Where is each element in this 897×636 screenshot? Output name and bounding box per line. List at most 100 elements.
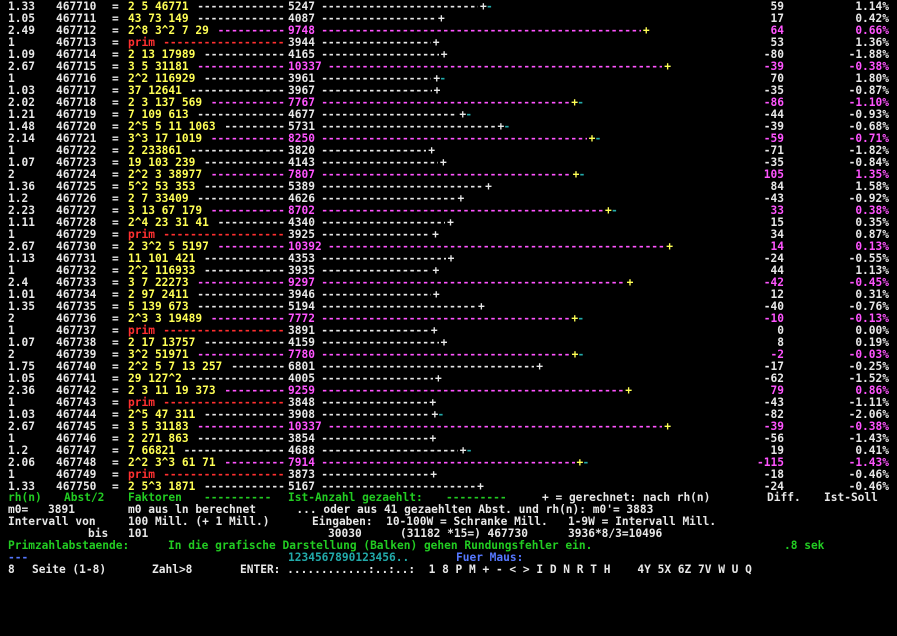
zahl-hint: Zahl>8 (152, 563, 193, 576)
intervall-label: Intervall von (8, 515, 96, 528)
fill-dashes: ---------------------------------------- (197, 421, 284, 433)
computed-marker: + (485, 180, 492, 193)
bis-value: 101 (128, 527, 149, 540)
fill-dashes: ---------------------------------------- (204, 157, 284, 169)
fill-dashes: ---------------------------------------- (224, 121, 284, 133)
page-number: 8 (8, 563, 15, 576)
count-bar: ----------------------------------------… (321, 169, 571, 181)
computed-marker: + (664, 420, 671, 433)
count-bar: ----------------------------------------… (321, 265, 430, 277)
computed-marker: + (432, 288, 440, 301)
count-bar: ----------------------------------------… (321, 145, 426, 157)
fill-dashes: ---------------------------------------- (197, 193, 284, 205)
count-bar: ----------------------------------------… (321, 301, 477, 313)
col-diff-header: Diff. (767, 491, 801, 504)
computed-marker: + (666, 240, 673, 253)
computed-marker: + (428, 144, 436, 157)
measured-marker: - (439, 72, 447, 85)
count-bar: ----------------------------------------… (321, 37, 431, 49)
fill-dashes: ---------------------------------------- (204, 409, 284, 421)
fill-dashes: ---------------------------------------- (197, 1, 284, 13)
count-bar: ----------------------------------------… (328, 241, 665, 253)
computed-marker: + (429, 432, 437, 445)
computed-marker: + (664, 60, 671, 73)
computed-marker: + (439, 156, 447, 169)
count-bar: ----------------------------------------… (321, 1, 478, 13)
count-bar: ----------------------------------------… (328, 61, 663, 73)
computed-marker: + (625, 384, 632, 397)
fill-dashes: ---------------------------------------- (217, 25, 284, 37)
seite-hint: Seite (1-8) (32, 563, 107, 576)
measured-marker: - (577, 96, 584, 109)
measured-marker: - (578, 168, 586, 181)
count-bar: ----------------------------------------… (321, 349, 570, 361)
fill-dashes: ---------------------------------------- (197, 277, 284, 289)
computed-marker: + (626, 276, 634, 289)
fill-dashes: ---------------------------------------- (210, 169, 284, 181)
count-bar: ----------------------------------------… (321, 97, 570, 109)
fill-dashes: ---------------------------------------- (204, 265, 284, 277)
fill-dashes: ---------------------------------------- (210, 313, 284, 325)
count-bar: ----------------------------------------… (321, 397, 427, 409)
measured-marker: - (594, 132, 602, 145)
count-bar: ----------------------------------------… (321, 133, 587, 145)
timer-seconds: .8 sek (784, 539, 825, 552)
count-bar: ----------------------------------------… (321, 313, 570, 325)
fill-dashes: ---------------------------------------- (204, 73, 284, 85)
count-bar: ----------------------------------------… (321, 469, 428, 481)
count-bar: ----------------------------------------… (321, 13, 436, 25)
measured-marker: - (437, 408, 445, 421)
fill-dashes: ---------------------------------------- (231, 361, 284, 373)
measured-marker: - (503, 120, 511, 133)
computed-marker: + (642, 24, 650, 37)
prim-line: Primzahlabstaende: In die grafische Dars… (0, 540, 897, 552)
console-screen: 1.33467710=2 5 46771--------------------… (0, 0, 897, 581)
fill-dashes: ---------------------------------------- (204, 337, 284, 349)
computed-marker: + (447, 252, 455, 265)
fill-dashes: ---------------------------------------- (204, 181, 284, 193)
count-bar: ----------------------------------------… (321, 73, 431, 85)
computed-marker: + (433, 84, 441, 97)
fill-dashes: ---------------------------------------- (197, 433, 284, 445)
count-bar: ----------------------------------------… (328, 421, 663, 433)
count-bar: ----------------------------------------… (321, 361, 534, 373)
fill-dashes: ---------------------------------------- (217, 241, 284, 253)
measured-marker: - (485, 0, 493, 13)
count-bar: ----------------------------------------… (321, 109, 457, 121)
fill-dashes: ---------------------------------------- (224, 457, 284, 469)
fill-dashes: ---------------------------------------- (197, 301, 284, 313)
computed-marker: + (457, 192, 465, 205)
count-bar: ----------------------------------------… (321, 289, 431, 301)
count-bar: ----------------------------------------… (321, 409, 429, 421)
fill-dashes: ---------------------------------------- (190, 85, 284, 97)
computed-marker: + (440, 48, 448, 61)
measured-marker: - (577, 312, 585, 325)
count-bar: ----------------------------------------… (321, 85, 431, 97)
computed-marker: + (432, 264, 440, 277)
computed-marker: + (430, 324, 438, 337)
count-bar: ----------------------------------------… (321, 325, 429, 337)
fill-dashes: ---------------------------------------- (224, 385, 284, 397)
count-bar: ----------------------------------------… (321, 229, 430, 241)
fill-dashes: ---------------------------------------- (204, 49, 284, 61)
measured-marker: - (582, 456, 590, 469)
fill-dashes: ---------------------------------------- (197, 61, 284, 73)
enter-command-line[interactable]: ENTER: ............:..:..: 1 8 P M + - <… (240, 564, 752, 576)
count-bar: ----------------------------------------… (321, 205, 604, 217)
computed-marker: + (434, 372, 442, 385)
computed-marker: + (430, 468, 437, 481)
measured-marker: - (465, 444, 473, 457)
count-bar: ----------------------------------------… (321, 193, 456, 205)
fill-dashes: ---------------------------------------- (190, 145, 284, 157)
measured-marker: - (465, 108, 473, 121)
computed-marker: + (437, 12, 445, 25)
fill-dashes: ---------------------------------------- (217, 217, 284, 229)
fill-dashes: ---------------------------------------- (204, 253, 284, 265)
intervall-value: 100 Mill. (+ 1 Mill.) (128, 515, 270, 528)
fill-dashes: ---------------------------------------- (210, 205, 284, 217)
count-bar: ----------------------------------------… (321, 253, 446, 265)
count-bar: ----------------------------------------… (321, 445, 458, 457)
count-bar: ----------------------------------------… (321, 457, 575, 469)
count-bar: ----------------------------------------… (321, 277, 625, 289)
fill-dashes: ---------------------------------------- (197, 289, 284, 301)
